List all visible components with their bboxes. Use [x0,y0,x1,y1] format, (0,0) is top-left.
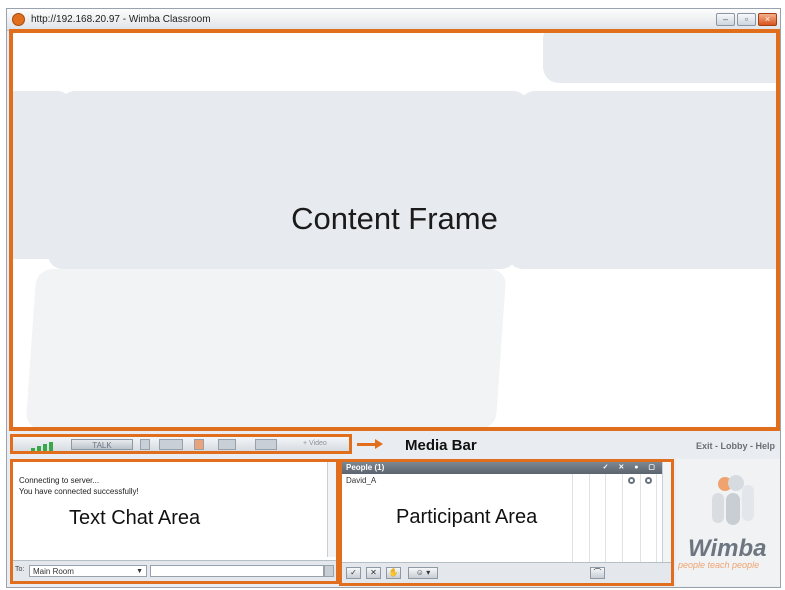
participant-area-label: Participant Area [396,506,538,528]
audio-settings-icon[interactable] [159,439,183,450]
participant-row[interactable]: David_A [346,476,376,485]
participant-area: People (1) ✓ ✕ ● ▢ David_A Participant A… [339,459,674,586]
chat-scrollbar[interactable] [327,462,336,557]
chat-message: Connecting to server... [19,476,100,485]
arrow-icon [357,439,383,449]
text-chat-area: Connecting to server... You have connect… [10,459,339,584]
title-bar: http://192.168.20.97 - Wimba Classroom –… [7,9,780,31]
to-label: To: [15,566,25,573]
app-icon [12,13,25,26]
media-bar-label: Media Bar [405,437,477,454]
background-tile [506,91,776,269]
chat-message: You have connected successfully! [19,487,139,496]
chat-input-bar: To: Main Room ▼ [13,560,336,581]
video-toggle[interactable]: + Video [303,440,327,447]
chat-log: Connecting to server... You have connect… [19,475,139,497]
speaker-icon[interactable] [140,439,150,450]
wimba-figures-icon [704,475,756,525]
room-select-value: Main Room [33,567,74,576]
hand-raise-icon[interactable] [194,439,204,450]
content-frame[interactable]: Content Frame [9,29,780,431]
send-button[interactable] [324,565,334,577]
close-button[interactable]: × [758,13,777,26]
people-header: People (1) ✓ ✕ ● ▢ [342,462,671,474]
restore-button[interactable]: ▫ [737,13,756,26]
emoticon-menu-button[interactable]: ☺ ▾ [408,567,438,579]
talk-button[interactable]: TALK [71,439,133,450]
video-icon[interactable] [218,439,236,450]
presentation-icon[interactable] [255,439,277,450]
hand-button[interactable]: ✋ [386,567,401,579]
divider [572,474,573,562]
window-title: http://192.168.20.97 - Wimba Classroom [31,14,211,25]
room-select[interactable]: Main Room ▼ [29,565,147,577]
people-header-label: People (1) [346,463,385,472]
divider [622,474,623,562]
wimba-logo-panel: Wimba people teach people [676,459,780,586]
activity-button[interactable]: ⌒ [590,567,605,579]
minimize-button[interactable]: – [716,13,735,26]
media-bar: TALK + Video [10,434,352,454]
wimba-tagline: people teach people [678,560,760,570]
chat-area-label: Text Chat Area [69,507,201,529]
background-tile [25,269,507,427]
participant-toolbar: ✓ ✕ ✋ ☺ ▾ ⌒ [342,562,671,583]
background-tile [543,33,776,83]
participant-scrollbar[interactable] [662,462,671,562]
gear-icon[interactable] [645,477,652,484]
gear-icon[interactable] [628,477,635,484]
divider [589,474,590,562]
x-button[interactable]: ✕ [366,567,381,579]
chevron-down-icon: ▼ [136,568,143,575]
signal-icon [31,442,57,451]
background-tile [46,91,530,269]
divider [605,474,606,562]
content-frame-label: Content Frame [291,201,498,236]
top-links[interactable]: Exit - Lobby - Help [696,441,775,451]
chat-input[interactable] [150,565,324,577]
wimba-logo: Wimba [688,535,767,562]
divider [656,474,657,562]
column-icons: ✓ ✕ ● ▢ [602,464,659,471]
checkmark-button[interactable]: ✓ [346,567,361,579]
divider [640,474,641,562]
